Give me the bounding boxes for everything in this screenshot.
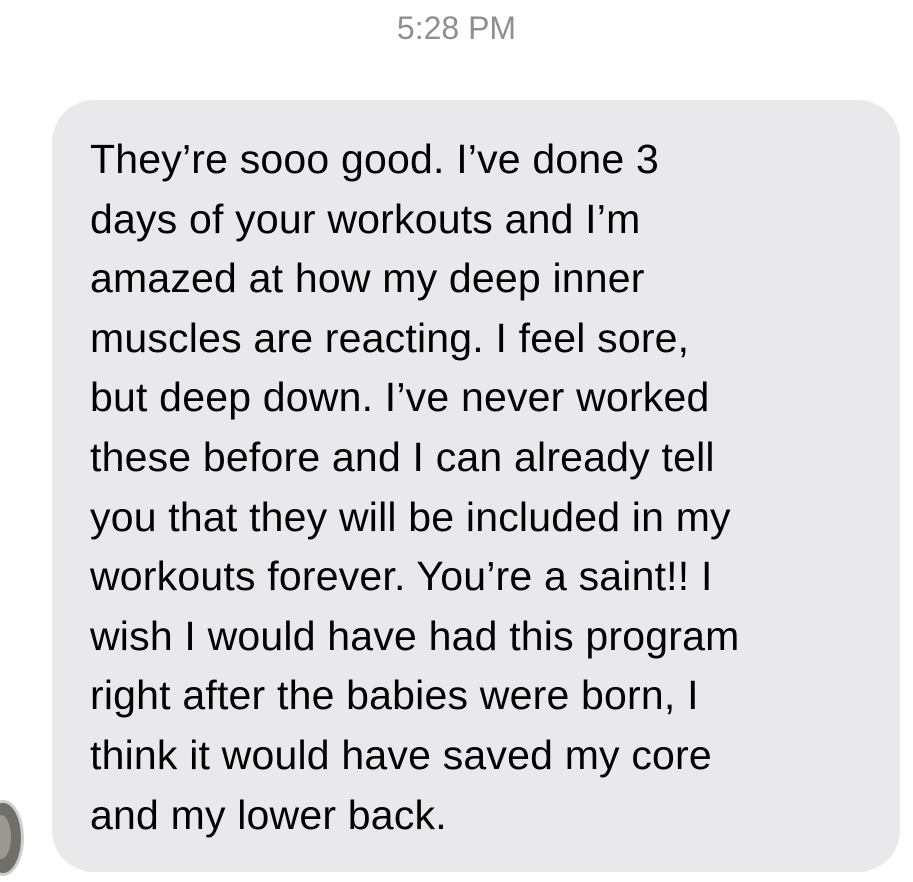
message-line: muscles are reacting. I feel sore, — [90, 314, 690, 361]
message-text: They’re sooo good. I’ve done 3 days of y… — [90, 130, 870, 845]
sender-avatar[interactable] — [0, 800, 24, 876]
message-line: and my lower back. — [90, 791, 447, 838]
message-line: but deep down. I’ve never worked — [90, 374, 710, 421]
message-line: They’re sooo good. I’ve done 3 — [90, 136, 659, 182]
message-line: amazed at how my deep inner — [90, 255, 645, 302]
message-line: you that they will be included in my — [90, 493, 731, 540]
message-timestamp: 5:28 PM — [396, 10, 517, 46]
message-line: workouts forever. You’re a saint!! I — [90, 553, 713, 600]
message-line: days of your workouts and I’m — [90, 195, 641, 242]
message-line: right after the babies were born, I — [90, 672, 699, 719]
message-line: wish I would have had this program — [90, 612, 740, 659]
message-line: think it would have saved my core — [90, 731, 712, 778]
message-line: these before and I can already tell — [90, 433, 715, 480]
avatar-image — [0, 815, 11, 859]
received-message-bubble[interactable]: They’re sooo good. I’ve done 3 days of y… — [52, 100, 900, 872]
